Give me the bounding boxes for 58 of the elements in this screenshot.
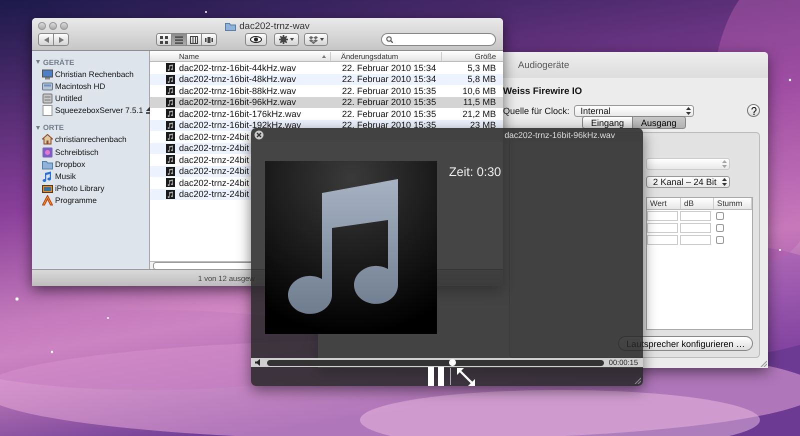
sidebar-item[interactable]: Musik xyxy=(32,170,149,182)
channel-format-dropdown[interactable]: 2 Kanal – 24 Bit xyxy=(646,176,730,188)
time-label: Zeit: 0:30 xyxy=(449,164,502,179)
file-size: 5,8 MB xyxy=(466,74,497,84)
file-name: dac202-trnz-16bit-44kHz.wav xyxy=(179,62,296,73)
sidebar-item[interactable]: Dropbox xyxy=(32,158,149,170)
file-date: 22. Februar 2010 15:34 xyxy=(342,62,438,73)
file-size: 23 MB xyxy=(468,120,497,130)
clock-label: Quelle für Clock: xyxy=(503,106,570,116)
column-title: Stumm xyxy=(714,198,752,209)
device-name: Weiss Firewire IO xyxy=(503,86,584,97)
clock-dropdown[interactable]: Internal xyxy=(574,104,694,116)
window-title: dac202-trnz-wav xyxy=(239,21,310,32)
file-date: 22. Februar 2010 15:34 xyxy=(342,74,438,84)
file-row[interactable]: dac202-trnz-16bit-88kHz.wav 22. Februar 2010 15:35 10,6 MB xyxy=(150,85,503,96)
file-size: 5,3 MB xyxy=(466,62,497,73)
file-row[interactable]: dac202-trnz-24bit xyxy=(150,166,251,177)
file-row[interactable]: dac202-trnz-24bit xyxy=(150,142,251,154)
tab[interactable]: Eingang xyxy=(582,116,634,129)
sidebar-item[interactable]: SqueezeboxServer 7.5.1 xyxy=(32,104,149,117)
window-title: dac202-trnz-16bit-96kHz.wav xyxy=(504,130,615,140)
file-row[interactable]: dac202-trnz-16bit-96kHz.wav 22. Februar 2010 15:35 11,5 MB xyxy=(150,96,503,108)
sidebar-item[interactable]: Christian Rechenbach xyxy=(32,68,149,80)
file-date: 22. Februar 2010 15:35 xyxy=(342,86,438,96)
file-name: dac202-trnz-16bit-88kHz.wav xyxy=(179,86,296,96)
file-size: 21,2 MB xyxy=(461,108,497,119)
file-row[interactable]: dac202-trnz-24bit xyxy=(150,177,251,188)
column-title: dB xyxy=(681,198,714,209)
file-name: dac202-trnz-24bit xyxy=(179,189,250,200)
file-name: dac202-trnz-24bit xyxy=(179,178,250,188)
file-name: dac202-trnz-16bit-176kHz.wav xyxy=(179,108,302,119)
file-row[interactable]: dac202-trnz-24bit xyxy=(150,131,251,142)
file-row[interactable]: dac202-trnz-24bit xyxy=(150,154,251,166)
file-name: dac202-trnz-16bit-96kHz.wav xyxy=(179,97,296,108)
file-name: dac202-trnz-16bit-48kHz.wav xyxy=(179,74,296,84)
file-date: 22. Februar 2010 15:35 xyxy=(342,108,438,119)
file-name: dac202-trnz-24bit xyxy=(179,154,250,165)
file-name: dac202-trnz-24bit xyxy=(179,166,250,176)
file-date: 22. Februar 2010 15:35 xyxy=(342,120,438,130)
sidebar-item[interactable]: Schreibtisch xyxy=(32,146,149,158)
file-row[interactable]: dac202-trnz-24bit xyxy=(150,188,251,200)
window-title: Audiogeräte xyxy=(518,60,570,70)
column-title: Wert xyxy=(647,198,681,209)
sidebar-item[interactable]: Untitled xyxy=(32,92,149,105)
file-name: dac202-trnz-16bit-192kHz.wav xyxy=(179,120,302,130)
sidebar-item[interactable]: Programme xyxy=(32,194,149,207)
file-size: 10,6 MB xyxy=(461,86,497,96)
file-date: 22. Februar 2010 15:35 xyxy=(342,97,438,108)
file-name: dac202-trnz-24bit xyxy=(179,132,250,142)
sidebar-item[interactable]: Macintosh HD xyxy=(32,80,149,92)
file-name: dac202-trnz-24bit xyxy=(179,143,250,154)
sidebar-item[interactable]: iPhoto Library xyxy=(32,182,149,195)
sidebar-item[interactable]: christianrechenbach xyxy=(32,134,149,146)
tab[interactable]: Ausgang xyxy=(633,116,686,129)
file-row[interactable]: dac202-trnz-16bit-48kHz.wav 22. Februar 2010 15:34 5,8 MB xyxy=(150,74,503,85)
file-size: 11,5 MB xyxy=(462,97,497,108)
file-row[interactable]: dac202-trnz-16bit-44kHz.wav 22. Februar 2010 15:34 5,3 MB xyxy=(150,62,503,74)
file-row[interactable]: dac202-trnz-16bit-176kHz.wav 22. Februar 2010 15:35 21,2 MB xyxy=(150,108,503,120)
